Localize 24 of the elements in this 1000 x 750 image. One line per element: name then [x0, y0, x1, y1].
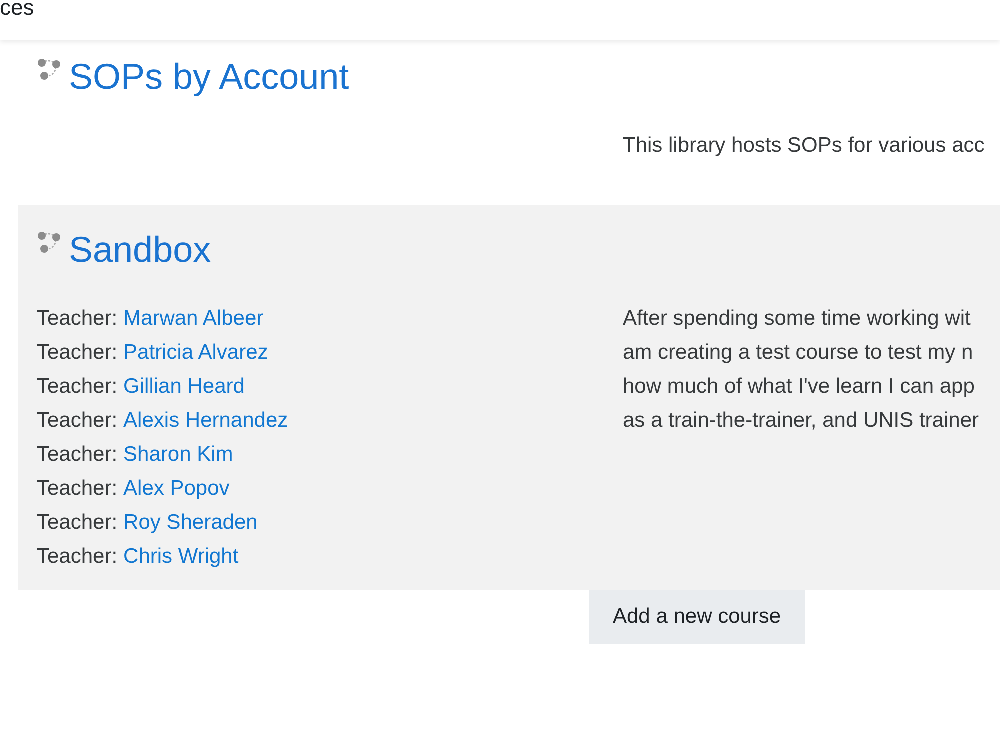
- teacher-role-label: Teacher:: [37, 442, 118, 468]
- teacher-link[interactable]: Alex Popov: [124, 472, 230, 506]
- course-title-link[interactable]: SOPs by Account: [69, 55, 350, 99]
- page-title: ces: [0, 0, 34, 16]
- teacher-role-label: Teacher:: [37, 408, 118, 434]
- teacher-role-label: Teacher:: [37, 374, 118, 400]
- teacher-link[interactable]: Alexis Hernandez: [124, 404, 288, 438]
- teacher-link[interactable]: Gillian Heard: [124, 370, 245, 404]
- course-summary: After spending some time working wit am creating a test course to test my n how much of what I've learn I can app as a train-the-trainer, and UNIS trainer: [623, 306, 979, 434]
- course-summary: This library hosts SOPs for various acc: [623, 133, 985, 159]
- course-icon: [37, 57, 61, 81]
- teacher-link[interactable]: Roy Sheraden: [124, 506, 258, 540]
- course-title-link[interactable]: Sandbox: [69, 228, 212, 272]
- teacher-role-label: Teacher:: [37, 340, 118, 366]
- add-course-button[interactable]: Add a new course: [589, 590, 806, 644]
- teacher-role-label: Teacher:: [37, 544, 118, 570]
- course-icon: [37, 230, 61, 254]
- teacher-link[interactable]: Sharon Kim: [124, 438, 234, 472]
- teacher-link[interactable]: Marwan Albeer: [124, 302, 264, 336]
- teacher-role-label: Teacher:: [37, 476, 118, 502]
- teacher-link[interactable]: Patricia Alvarez: [124, 336, 268, 370]
- teacher-role-label: Teacher:: [37, 510, 118, 536]
- teacher-role-label: Teacher:: [37, 306, 118, 332]
- teacher-link[interactable]: Chris Wright: [124, 540, 239, 574]
